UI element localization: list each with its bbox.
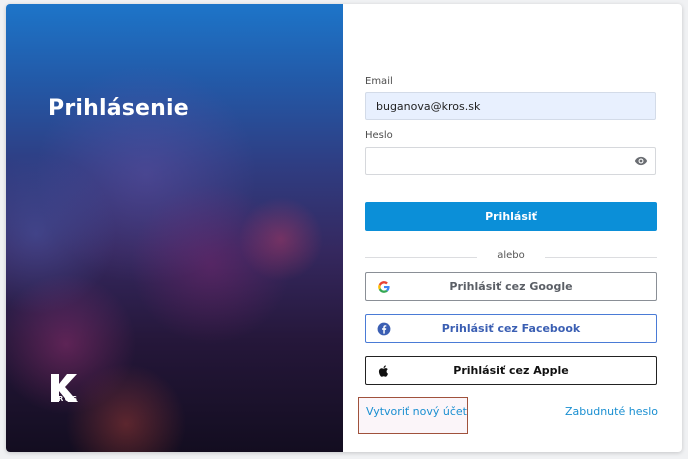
divider-text: alebo — [497, 250, 525, 261]
create-account-link[interactable]: Vytvoriť nový účet — [366, 405, 467, 418]
password-label: Heslo — [365, 130, 393, 141]
login-card: Prihlásenie KROS Email Heslo Prihlásiť a… — [6, 4, 682, 452]
google-login-label: Prihlásiť cez Google — [449, 280, 573, 293]
email-label: Email — [365, 76, 393, 87]
apple-login-label: Prihlásiť cez Apple — [453, 364, 569, 377]
eye-icon[interactable] — [634, 154, 648, 168]
hero-panel: Prihlásenie KROS — [6, 4, 343, 452]
divider: alebo — [365, 250, 657, 264]
forgot-password-link[interactable]: Zabudnuté heslo — [565, 405, 658, 418]
facebook-login-button[interactable]: Prihlásiť cez Facebook — [365, 314, 657, 343]
facebook-login-label: Prihlásiť cez Facebook — [441, 322, 581, 335]
page-title: Prihlásenie — [48, 96, 189, 121]
divider-line-right — [545, 257, 657, 258]
google-login-button[interactable]: Prihlásiť cez Google — [365, 272, 657, 301]
login-button[interactable]: Prihlásiť — [365, 202, 657, 231]
email-field[interactable] — [365, 92, 656, 120]
logo-text: KROS — [51, 395, 79, 403]
apple-icon — [378, 365, 389, 377]
password-field[interactable] — [365, 147, 656, 175]
facebook-icon — [377, 322, 391, 336]
password-wrapper — [365, 147, 656, 175]
google-icon — [378, 281, 390, 293]
apple-login-button[interactable]: Prihlásiť cez Apple — [365, 356, 657, 385]
login-form: Email Heslo Prihlásiť alebo Prihlá — [365, 4, 658, 452]
